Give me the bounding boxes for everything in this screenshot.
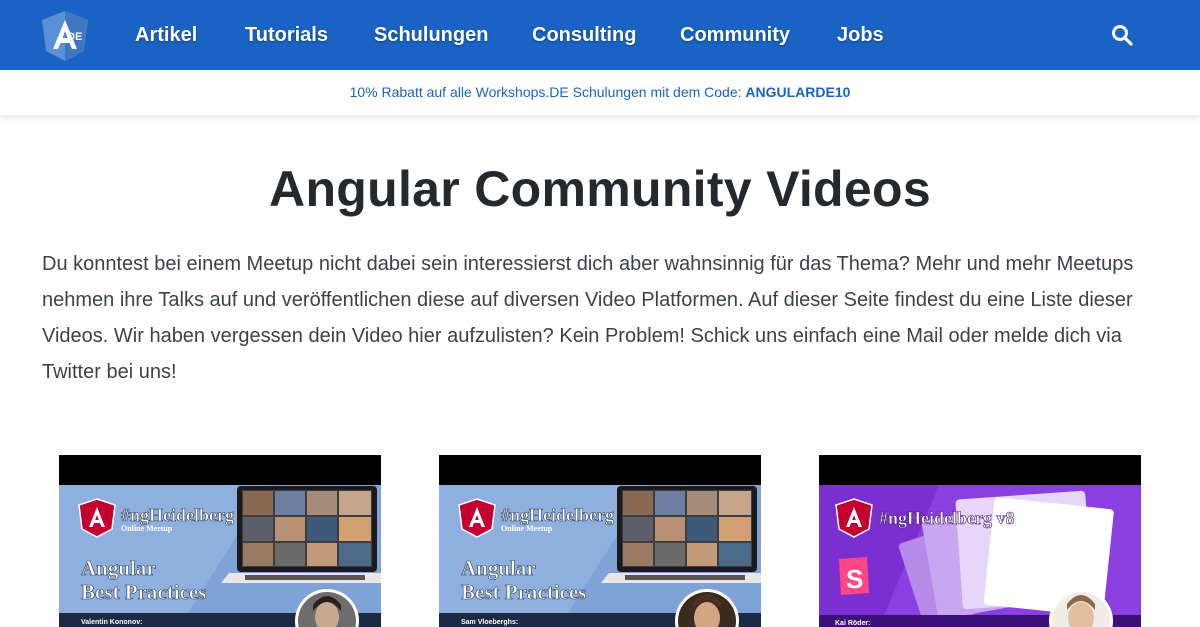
svg-text:Best Practices: Best Practices — [81, 580, 206, 604]
video-card[interactable]: #ngHeidelberg v8 S Kai Röder: — [819, 455, 1141, 627]
svg-text:Angular: Angular — [461, 556, 536, 580]
svg-text:Kai Röder:: Kai Röder: — [835, 620, 870, 627]
svg-text:S: S — [846, 564, 863, 594]
video-card[interactable]: #ngHeidelberg v11 Online Meetup Angular … — [59, 455, 381, 627]
nav-item-schulungen[interactable]: Schulungen — [374, 20, 488, 50]
svg-text:DE: DE — [67, 31, 82, 43]
top-navigation: DE Artikel Tutorials Schulungen Consulti… — [0, 0, 1200, 70]
nav-item-consulting[interactable]: Consulting — [532, 20, 636, 50]
video-thumbnail: #ngHeidelberg v11 Online Meetup Angular … — [439, 455, 761, 627]
nav-item-artikel[interactable]: Artikel — [135, 20, 197, 50]
promo-text: 10% Rabatt auf alle Workshops.DE Schulun… — [349, 84, 742, 100]
nav-item-community[interactable]: Community — [680, 20, 790, 50]
search-icon[interactable] — [1110, 23, 1134, 47]
video-thumbnail: #ngHeidelberg v11 Online Meetup Angular … — [59, 455, 381, 627]
promo-code: ANGULARDE10 — [745, 84, 851, 100]
svg-text:Sam Vloeberghs:: Sam Vloeberghs: — [461, 619, 518, 626]
svg-text:#ngHeidelberg v8: #ngHeidelberg v8 — [879, 508, 1015, 528]
nav-item-jobs[interactable]: Jobs — [837, 20, 884, 50]
angular-de-logo-icon[interactable]: DE — [42, 11, 88, 61]
svg-text:Valentin Kononov:: Valentin Kononov: — [81, 619, 142, 626]
laptop-graphic — [601, 486, 761, 583]
svg-text:Best Practices: Best Practices — [461, 580, 586, 604]
svg-text:Online Meetup: Online Meetup — [121, 524, 173, 533]
svg-text:Online Meetup: Online Meetup — [501, 524, 553, 533]
intro-paragraph: Du konntest bei einem Meetup nicht dabei… — [42, 253, 1134, 383]
page-title: Angular Community Videos — [269, 161, 931, 217]
video-card[interactable]: #ngHeidelberg v11 Online Meetup Angular … — [439, 455, 761, 627]
storybook-logo-icon: S — [839, 557, 869, 595]
promo-banner[interactable]: 10% Rabatt auf alle Workshops.DE Schulun… — [0, 70, 1200, 115]
svg-text:Angular: Angular — [81, 556, 156, 580]
nav-item-tutorials[interactable]: Tutorials — [245, 20, 328, 50]
video-thumbnail: #ngHeidelberg v8 S Kai Röder: — [819, 455, 1141, 627]
laptop-graphic — [221, 486, 381, 583]
